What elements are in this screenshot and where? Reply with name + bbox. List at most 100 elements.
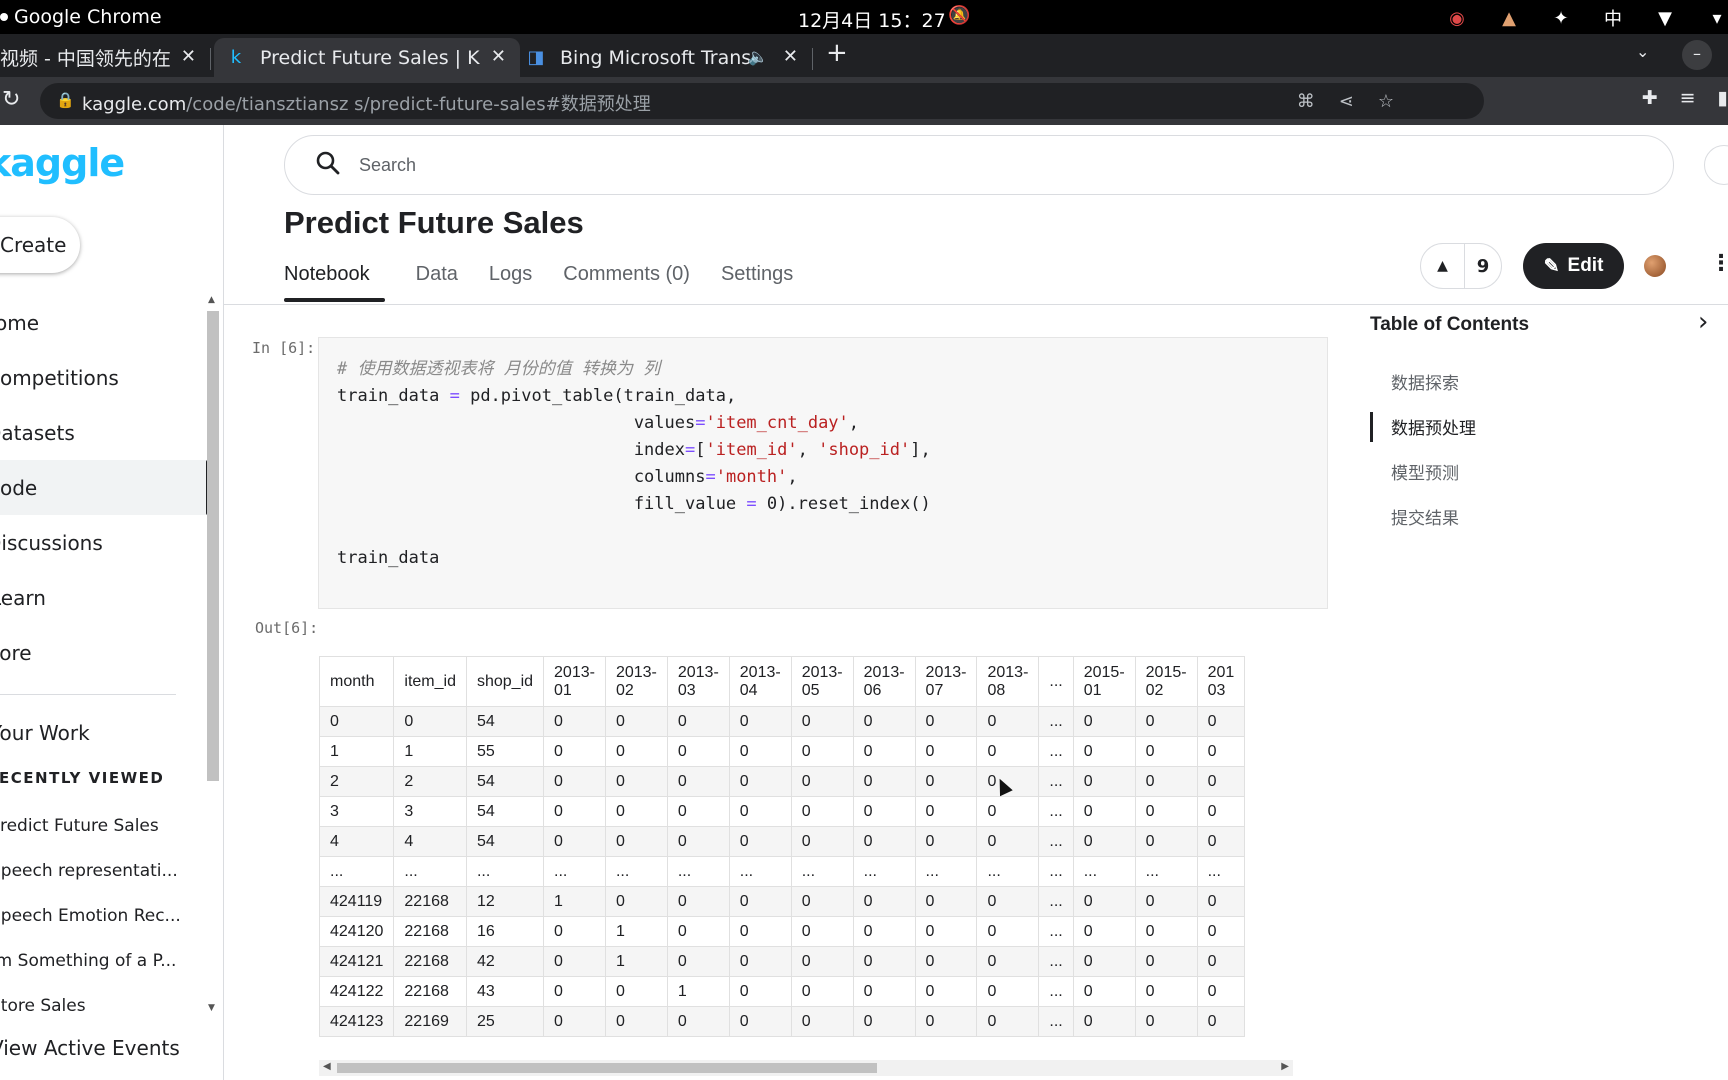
cat-app-icon[interactable]: ▲ xyxy=(1498,8,1520,29)
address-bar[interactable]: 🔒 kaggle.com/code/tiansztiansz s/predict… xyxy=(40,83,1484,119)
power-menu-icon[interactable]: ▾ xyxy=(1706,8,1728,29)
table-cell: 0 xyxy=(1134,976,1198,1007)
bookmark-star-icon[interactable]: ☆ xyxy=(1378,91,1394,112)
browser-tab-kaggle[interactable]: k Predict Future Sales | Kag ✕ xyxy=(214,38,520,77)
url-text[interactable]: kaggle.com/code/tiansztiansz s/predict-f… xyxy=(82,90,651,116)
scroll-up-arrow-icon[interactable]: ▲ xyxy=(208,295,215,305)
code-operator: = xyxy=(449,386,460,406)
input-method-indicator[interactable]: 中 xyxy=(1602,5,1624,31)
more-options-icon[interactable]: ⋮ xyxy=(1710,251,1728,276)
close-tab-icon[interactable]: ✕ xyxy=(181,46,196,67)
toc-item[interactable]: 数据探索 xyxy=(1370,359,1476,404)
table-cell: 2 xyxy=(319,766,395,797)
table-cell: 0 xyxy=(852,976,916,1007)
translator-favicon-icon: ◨ xyxy=(527,47,545,68)
sidebar-item-label: Discussions xyxy=(0,530,103,555)
translate-icon[interactable]: ⌘ xyxy=(1297,91,1315,112)
os-app-menu[interactable]: Google Chrome xyxy=(0,6,162,28)
table-cell: 0 xyxy=(1072,1006,1136,1037)
author-avatar[interactable] xyxy=(1644,255,1666,277)
profile-avatar[interactable] xyxy=(1704,145,1728,185)
table-cell: 0 xyxy=(1072,706,1136,737)
table-horizontal-scrollbar[interactable]: ◀ ▶ xyxy=(319,1060,1293,1076)
sidebar-item-learn[interactable]: Learn xyxy=(0,570,210,625)
table-cell: ... xyxy=(728,856,792,887)
tab-comments[interactable]: Comments (0) xyxy=(563,251,690,301)
table-cell: 0 xyxy=(852,706,916,737)
recent-item[interactable]: Store Sales xyxy=(0,983,210,1028)
recent-item[interactable]: Predict Future Sales xyxy=(0,803,210,848)
sidebar-item-code[interactable]: Code xyxy=(0,460,210,515)
scrollbar-thumb[interactable] xyxy=(337,1063,877,1073)
recent-item[interactable]: Speech representati... xyxy=(0,848,210,893)
privacy-indicator-icon[interactable]: ◉ xyxy=(1446,8,1468,29)
tab-notebook[interactable]: Notebook xyxy=(269,251,385,302)
side-panel-icon[interactable]: ▮ xyxy=(1718,87,1728,109)
table-header-cell: 2013- 03 xyxy=(666,656,730,707)
code-token: index xyxy=(633,440,685,460)
extensions-puzzle-icon[interactable]: ✚ xyxy=(1642,87,1658,109)
edit-button[interactable]: ✎ Edit xyxy=(1523,243,1624,289)
table-header-cell: 2013- 01 xyxy=(543,656,606,707)
scroll-left-arrow-icon[interactable]: ◀ xyxy=(323,1061,331,1072)
sidebar-item-home[interactable]: Home xyxy=(0,295,210,350)
sidebar-item-your-work[interactable]: Your Work xyxy=(0,713,210,753)
table-row: 2 2 54 0 0 0 0 0 0 0 0... 0 0 0 xyxy=(319,766,1246,797)
sidebar-item-competitions[interactable]: Competitions xyxy=(0,350,210,405)
table-cell: 0 xyxy=(976,736,1040,767)
browser-tab-translator[interactable]: ◨ Bing Microsoft Transla 🔈 ✕ xyxy=(514,38,813,77)
create-button[interactable]: Create xyxy=(0,217,80,273)
close-tab-icon[interactable]: ✕ xyxy=(783,46,798,67)
new-tab-button[interactable]: + xyxy=(826,38,848,68)
reading-list-icon[interactable]: ≡ xyxy=(1680,87,1696,109)
table-row: 424120 22168 16 0 1 0 0 0 0 0 0... 0 0 0 xyxy=(319,916,1246,947)
scrollbar-thumb[interactable] xyxy=(207,311,219,781)
toc-item[interactable]: 提交结果 xyxy=(1370,494,1476,539)
table-cell: 0 xyxy=(914,946,978,977)
share-icon[interactable]: ⋖ xyxy=(1339,91,1354,112)
code-cell[interactable]: # 使用数据透视表将 月份的值 转换为 列 train_data = pd.pi… xyxy=(318,337,1328,609)
accessibility-icon[interactable]: ✦ xyxy=(1550,8,1572,29)
table-cell: 0 xyxy=(1134,886,1198,917)
search-bar[interactable] xyxy=(284,135,1674,195)
scroll-right-arrow-icon[interactable]: ▶ xyxy=(1281,1061,1289,1072)
table-header-cell: 2013- 02 xyxy=(604,656,668,707)
toc-item[interactable]: 模型预测 xyxy=(1370,449,1476,494)
table-cell: 0 xyxy=(728,796,792,827)
close-tab-icon[interactable]: ✕ xyxy=(491,46,506,67)
sidebar-item-more[interactable]: More xyxy=(0,625,210,680)
kaggle-logo[interactable]: kaggle xyxy=(0,141,125,185)
tab-logs[interactable]: Logs xyxy=(489,251,532,301)
recent-item[interactable]: I'm Something of a P... xyxy=(0,938,210,983)
upvote-button[interactable]: ▲ xyxy=(1421,243,1465,289)
sidebar-scrollbar[interactable]: ▲ ▼ xyxy=(206,295,220,1015)
reload-icon[interactable]: ↻ xyxy=(2,87,20,112)
wifi-icon[interactable]: ▼ xyxy=(1654,8,1676,29)
tab-search-chevron-icon[interactable]: ⌄ xyxy=(1636,42,1649,61)
recent-item-label: I'm Something of a P... xyxy=(0,950,177,971)
table-header-cell: shop_id xyxy=(465,656,545,707)
table-cell: 0 xyxy=(914,886,978,917)
table-cell: 0 xyxy=(1134,796,1198,827)
minimize-window-button[interactable]: – xyxy=(1682,40,1712,70)
os-top-bar: Google Chrome 12月4日 15：27 🔕 ◉ ▲ ✦ 中 ▼ ▾ xyxy=(0,0,1728,34)
tab-settings[interactable]: Settings xyxy=(721,251,793,301)
os-clock[interactable]: 12月4日 15：27 xyxy=(798,6,946,33)
table-cell: 0 xyxy=(543,916,606,947)
table-cell: 0 xyxy=(666,736,730,767)
browser-tab-video[interactable]: 视频 - 中国领先的在线 ✕ xyxy=(0,38,211,77)
tab-data[interactable]: Data xyxy=(416,251,458,301)
code-token: columns xyxy=(633,467,706,487)
search-input[interactable] xyxy=(359,150,1559,180)
recent-item[interactable]: Speech Emotion Rec... xyxy=(0,893,210,938)
view-active-events-link[interactable]: View Active Events xyxy=(0,1028,210,1068)
scroll-down-arrow-icon[interactable]: ▼ xyxy=(208,1003,215,1013)
audio-playing-icon[interactable]: 🔈 xyxy=(748,47,768,66)
table-cell: ... xyxy=(976,856,1040,887)
lock-icon[interactable]: 🔒 xyxy=(56,91,75,109)
collapse-toc-chevron-icon[interactable]: › xyxy=(1698,307,1708,337)
sidebar-item-datasets[interactable]: Datasets xyxy=(0,405,210,460)
table-cell: 0 xyxy=(1196,916,1246,947)
sidebar-item-discussions[interactable]: Discussions xyxy=(0,515,210,570)
toc-item-active[interactable]: 数据预处理 xyxy=(1370,404,1476,449)
